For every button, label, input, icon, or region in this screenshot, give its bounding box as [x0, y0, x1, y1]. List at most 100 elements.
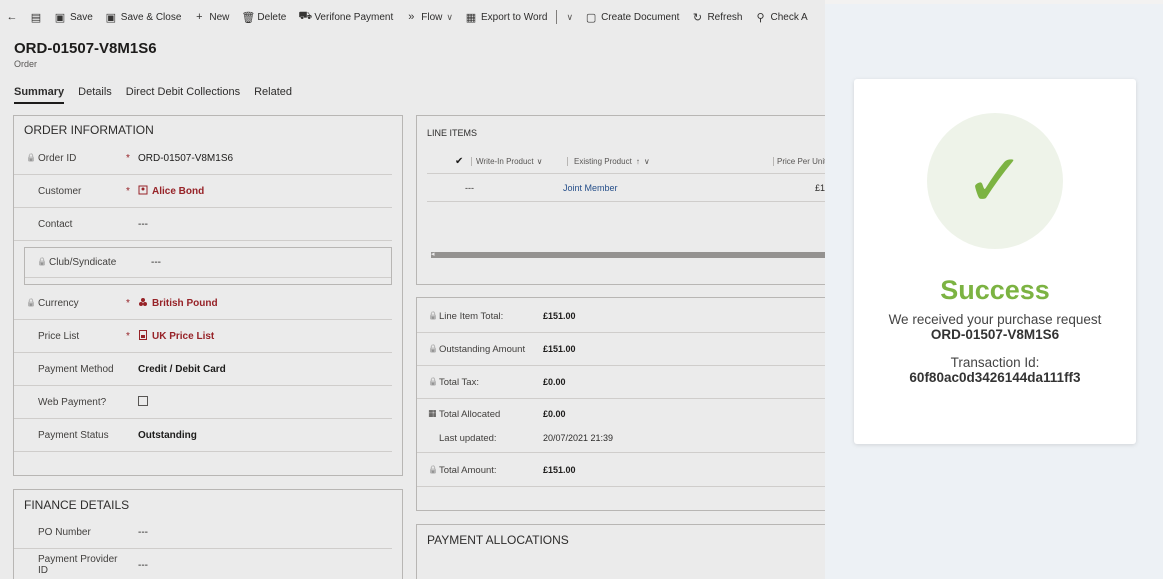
command-bar: ← ▤ ▣ Save ▣ Save & Close + New 🗑 Delete ⛟ Ve… [0, 4, 825, 30]
order-id-value: ORD-01507-V8M1S6 [138, 152, 234, 164]
search-icon: ⚲ [756, 11, 765, 24]
section-title: FINANCE DETAILS [24, 498, 130, 512]
field-payment-status: Payment Status Outstanding [14, 419, 392, 452]
required-marker: * [126, 152, 130, 164]
currency-value: British Pound [152, 298, 218, 309]
refresh-label: Refresh [707, 11, 743, 23]
field-label: Total Tax: [417, 377, 543, 388]
scroll-left-icon[interactable]: ◂ [431, 250, 435, 258]
field-label: Payment Provider ID [38, 554, 118, 576]
export-dropdown[interactable]: ∨ [560, 4, 579, 30]
export-word-button[interactable]: ▦ Export to Word [459, 4, 554, 30]
table-row[interactable]: --- Joint Member £151 [427, 174, 825, 202]
verifone-payment-button[interactable]: ⛟ Verifone Payment [292, 4, 399, 30]
line-items-section: LINE ITEMS ✔ Write-In Product ∨ Existing … [416, 115, 825, 285]
last-updated-value: 20/07/2021 21:39 [543, 433, 614, 443]
back-arrow-icon: ← [6, 11, 18, 23]
payment-result-panel: ✓ Success We received your purchase requ… [825, 4, 1163, 579]
back-button[interactable]: ← [0, 4, 24, 30]
tab-direct-debit[interactable]: Direct Debit Collections [126, 86, 240, 104]
checkmark-icon: ✓ [963, 138, 1026, 224]
payment-provider-value[interactable]: --- [138, 560, 148, 571]
field-label: Last updated: [439, 433, 497, 444]
field-label: Customer [38, 185, 82, 197]
order-information-section: ORDER INFORMATION Order ID * ORD-01507-V… [13, 115, 403, 476]
required-marker: * [126, 297, 130, 309]
field-currency: Currency * British Pound [14, 287, 392, 320]
tab-details[interactable]: Details [78, 86, 112, 104]
web-payment-checkbox[interactable] [138, 395, 148, 406]
payment-method-value[interactable]: Credit / Debit Card [138, 364, 226, 375]
document-icon: ▤ [30, 11, 42, 24]
field-label: PO Number [38, 526, 91, 538]
record-set-button[interactable]: ▤ [24, 4, 48, 30]
toolbar-divider [556, 10, 558, 24]
column-existing-product[interactable]: Existing Product ↑ ∨ [567, 157, 650, 166]
save-close-button[interactable]: ▣ Save & Close [99, 4, 188, 30]
save-button[interactable]: ▣ Save [48, 4, 99, 30]
save-label: Save [70, 11, 93, 23]
calculator-icon: ▦ [428, 408, 437, 418]
field-label: Club/Syndicate [25, 257, 151, 268]
required-marker: * [126, 185, 130, 197]
field-label: Currency [14, 298, 126, 309]
contact-value[interactable]: --- [138, 219, 148, 230]
refresh-button[interactable]: ↻ Refresh [685, 4, 748, 30]
success-title: Success [940, 275, 1050, 305]
field-po-number: PO Number --- [14, 516, 392, 549]
chevron-down-icon: ∨ [566, 11, 574, 22]
check-access-button[interactable]: ⚲ Check A [748, 4, 813, 30]
field-contact: Contact --- [14, 208, 392, 241]
column-write-in-product[interactable]: Write-In Product ∨ [471, 157, 543, 166]
delete-button[interactable]: 🗑 Delete [235, 4, 292, 30]
field-label: Order ID [14, 153, 126, 164]
total-tax: Total Tax: £0.00 [417, 366, 825, 399]
line-item-total-value: £151.00 [543, 311, 576, 321]
word-icon: ▦ [465, 11, 477, 24]
currency-link[interactable]: British Pound [138, 297, 218, 309]
horizontal-scrollbar[interactable] [431, 252, 825, 258]
field-label: Outstanding Amount [417, 344, 543, 355]
field-payment-provider-id: Payment Provider ID --- [14, 549, 392, 579]
customer-value: Alice Bond [152, 186, 205, 197]
select-all-checkmark[interactable]: ✔ [431, 156, 463, 167]
section-title: LINE ITEMS [427, 128, 478, 138]
new-button[interactable]: + New [187, 4, 235, 30]
success-badge: ✓ [927, 113, 1063, 249]
payment-status-value[interactable]: Outstanding [138, 430, 197, 441]
create-doc-label: Create Document [601, 11, 680, 23]
total-amount: Total Amount: £151.00 [417, 454, 825, 487]
flow-label: Flow [421, 11, 443, 23]
checkmark-icon: ✔ [455, 156, 464, 167]
club-value[interactable]: --- [151, 257, 161, 268]
success-message: We received your purchase request [888, 312, 1102, 327]
payment-icon: ⛟ [298, 10, 313, 22]
save-close-icon: ▣ [105, 11, 116, 24]
trash-icon: 🗑 [241, 11, 256, 24]
refresh-icon: ↻ [692, 11, 703, 24]
price-list-link[interactable]: UK Price List [138, 330, 214, 342]
total-outstanding: Outstanding Amount £151.00 [417, 333, 825, 366]
check-label: Check A [770, 11, 808, 23]
save-close-label: Save & Close [120, 11, 182, 23]
sort-up-icon: ↑ [635, 157, 640, 166]
price-list-icon [139, 330, 147, 340]
record-entity-type: Order [14, 59, 38, 69]
customer-link[interactable]: Alice Bond [138, 185, 204, 197]
totals-section: Line Item Total: £151.00 Outstanding Amo… [416, 297, 825, 511]
field-price-list: Price List * UK Price List [14, 320, 392, 353]
field-label: Web Payment? [38, 396, 107, 408]
flow-button[interactable]: » Flow ∨ [399, 4, 459, 30]
tab-summary[interactable]: Summary [14, 86, 65, 104]
po-number-value[interactable]: --- [138, 527, 148, 538]
column-price-per-unit[interactable]: Price Per Unit∨ [773, 157, 825, 166]
section-title: ORDER INFORMATION [24, 123, 154, 137]
field-club-syndicate: Club/Syndicate --- [25, 248, 391, 278]
field-label: Line Item Total: [417, 311, 543, 322]
existing-product-link[interactable]: Joint Member [563, 183, 618, 193]
create-document-button[interactable]: ▢ Create Document [579, 4, 685, 30]
payment-allocations-section: PAYMENT ALLOCATIONS [416, 524, 825, 579]
delete-label: Delete [257, 11, 287, 23]
verifone-label: Verifone Payment [314, 11, 394, 23]
tab-related[interactable]: Related [254, 86, 292, 104]
